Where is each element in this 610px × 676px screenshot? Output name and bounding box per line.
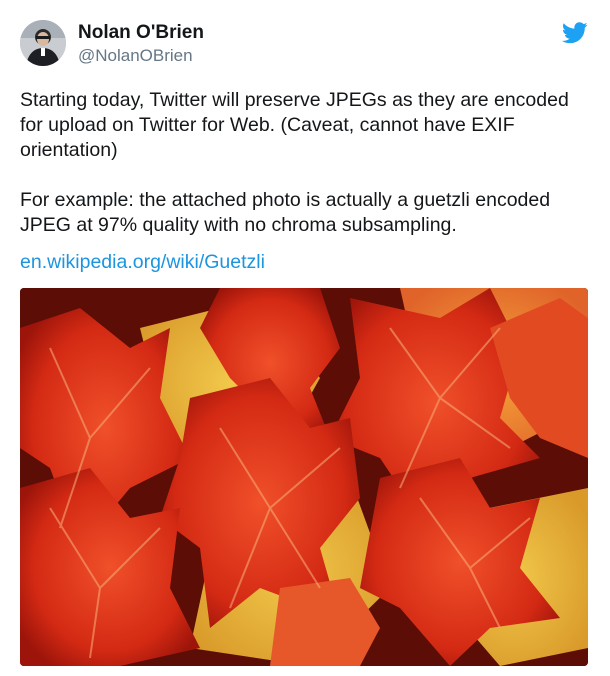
tweet-photo[interactable] (20, 288, 588, 666)
tweet-card: Nolan O'Brien @NolanOBrien Starting toda… (0, 0, 610, 676)
tweet-text: Starting today, Twitter will preserve JP… (20, 89, 569, 236)
autumn-leaves-photo-icon (20, 288, 588, 666)
user-handle[interactable]: @NolanOBrien (78, 46, 193, 66)
avatar-photo-icon (20, 20, 66, 66)
user-display-name[interactable]: Nolan O'Brien (78, 22, 204, 44)
guetzli-wiki-link[interactable]: en.wikipedia.org/wiki/Guetzli (20, 250, 265, 275)
twitter-bird-icon[interactable] (561, 22, 588, 44)
avatar[interactable] (20, 20, 66, 66)
